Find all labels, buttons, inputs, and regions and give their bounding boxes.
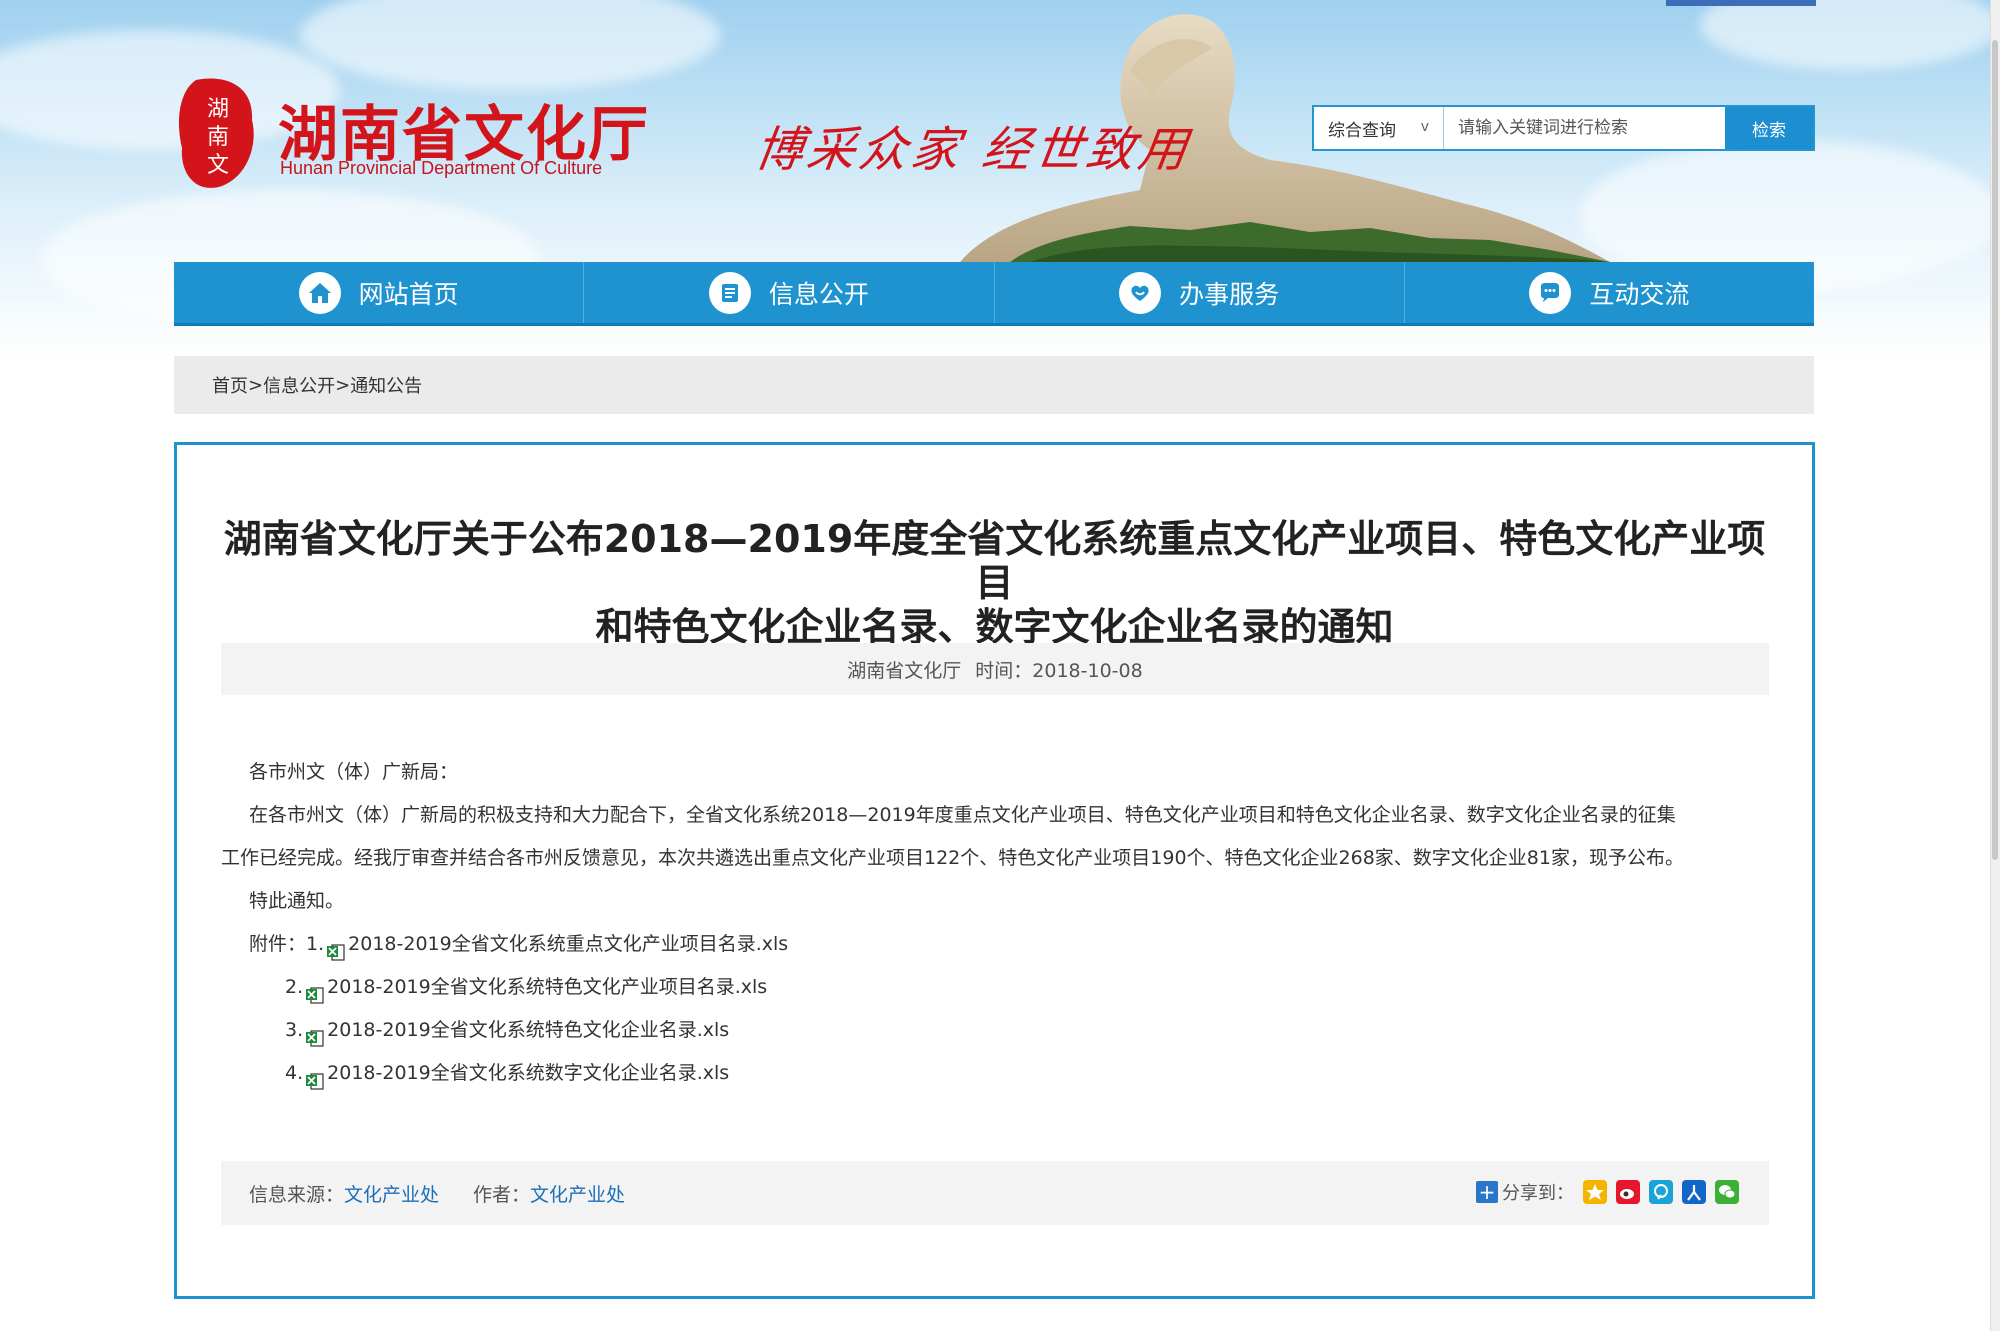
document-icon [708,271,751,314]
breadcrumb: 首页 > 信息公开 > 通知公告 [174,356,1814,414]
excel-file-icon [305,978,325,1004]
closing-text: 特此通知。 [249,890,345,912]
article-body: 各市州文（体）广新局： 在各市州文（体）广新局的积极支持和大力配合下，全省文化系… [221,751,1769,1095]
search-button[interactable]: 检索 [1725,107,1813,149]
nav-item-label: 办事服务 [1179,279,1280,309]
breadcrumb-notices[interactable]: 通知公告 [350,372,422,398]
weibo-icon[interactable] [1616,1180,1640,1204]
attachment-number: 2. [285,976,304,998]
nav-item-label: 信息公开 [768,279,869,309]
renren-icon[interactable] [1682,1180,1706,1204]
article-title: 湖南省文化厅关于公布2018—2019年度全省文化系统重点文化产业项目、特色文化… [217,517,1772,649]
paragraph-line: 工作已经完成。经我厅审查并结合各市州反馈意见，本次共遴选出重点文化产业项目122… [221,847,1684,869]
source-link[interactable]: 文化产业处 [344,1180,439,1207]
article-container: 湖南省文化厅关于公布2018—2019年度全省文化系统重点文化产业项目、特色文化… [174,442,1815,1299]
breadcrumb-separator: > [335,374,351,396]
excel-file-icon [305,1021,325,1047]
excel-file-icon [326,935,346,961]
qzone-icon[interactable] [1583,1180,1607,1204]
site-subtitle: Hunan Provincial Department Of Culture [280,158,603,178]
paragraph-line: 在各市州文（体）广新局的积极支持和大力配合下，全省文化系统2018—2019年度… [249,804,1676,826]
chevron-down-icon: v [1420,119,1429,135]
home-icon [298,271,341,314]
attachment-number: 1. [306,933,325,955]
salutation: 各市州文（体）广新局： [249,761,459,783]
heart-hand-icon [1119,271,1162,314]
attachment-item[interactable]: 2. 2018-2019全省文化系统特色文化产业项目名录.xls [221,966,1769,1009]
share-bar: + 分享到： [1476,1179,1739,1205]
breadcrumb-separator: > [248,374,264,396]
article-date: 时间：2018-10-08 [975,659,1143,682]
share-plus-icon[interactable]: + [1476,1181,1498,1203]
attachments-label: 附件： [249,933,307,955]
attachment-link[interactable]: 2018-2019全省文化系统特色文化产业项目名录.xls [327,966,767,1009]
attachment-item[interactable]: 4. 2018-2019全省文化系统数字文化企业名录.xls [221,1052,1769,1095]
attachment-number: 4. [285,1062,304,1084]
article-title-line: 湖南省文化厅关于公布2018—2019年度全省文化系统重点文化产业项目、特色文化… [223,517,1766,605]
nav-item-home[interactable]: 网站首页 [174,262,585,323]
article-meta: 湖南省文化厅 时间：2018-10-08 [221,643,1769,695]
excel-file-icon [305,1064,325,1090]
author-label: 作者： [473,1183,531,1206]
nav-item-info-disclosure[interactable]: 信息公开 [584,262,995,323]
article-publisher: 湖南省文化厅 [847,659,962,682]
nav-item-interaction[interactable]: 互动交流 [1405,262,1814,323]
nav-item-label: 互动交流 [1589,279,1690,309]
share-label: 分享到： [1502,1183,1574,1204]
attachment-link[interactable]: 2018-2019全省文化系统数字文化企业名录.xls [327,1052,729,1095]
nav-item-services[interactable]: 办事服务 [995,262,1405,323]
svg-text:文: 文 [207,153,229,178]
tencent-weibo-icon[interactable] [1649,1180,1673,1204]
svg-text:湖: 湖 [207,97,229,122]
wechat-icon[interactable] [1715,1180,1739,1204]
search-scope-label: 综合查询 [1328,120,1396,141]
top-tab[interactable] [1666,0,1816,6]
article-footer: 信息来源： 文化产业处 作者： 文化产业处 + 分享到： [221,1161,1769,1225]
logo-seal-icon: 湖 南 文 [178,78,254,188]
source-label: 信息来源： [249,1183,345,1206]
breadcrumb-home[interactable]: 首页 [212,372,248,398]
search-bar: 综合查询 v 检索 [1312,105,1815,151]
slogan-calligraphy: 博采众家 经世致用 [751,122,1195,178]
attachment-item[interactable]: 3. 2018-2019全省文化系统特色文化企业名录.xls [221,1009,1769,1052]
attachment-number: 3. [285,1019,304,1041]
chat-icon [1529,271,1572,314]
attachment-link[interactable]: 2018-2019全省文化系统特色文化企业名录.xls [327,1009,729,1052]
search-input[interactable] [1444,107,1725,149]
main-nav: 网站首页 信息公开 办事服务 互动交流 [174,262,1814,326]
attachment-link[interactable]: 2018-2019全省文化系统重点文化产业项目名录.xls [348,923,788,966]
author-link[interactable]: 文化产业处 [530,1180,625,1207]
attachment-item[interactable]: 附件： 1. 2018-2019全省文化系统重点文化产业项目名录.xls [221,923,1769,966]
breadcrumb-info-disclosure[interactable]: 信息公开 [263,372,335,398]
search-scope-select[interactable]: 综合查询 v [1314,107,1444,149]
nav-item-label: 网站首页 [358,279,459,309]
svg-text:南: 南 [207,125,229,150]
scrollbar-thumb[interactable] [1992,40,1998,860]
